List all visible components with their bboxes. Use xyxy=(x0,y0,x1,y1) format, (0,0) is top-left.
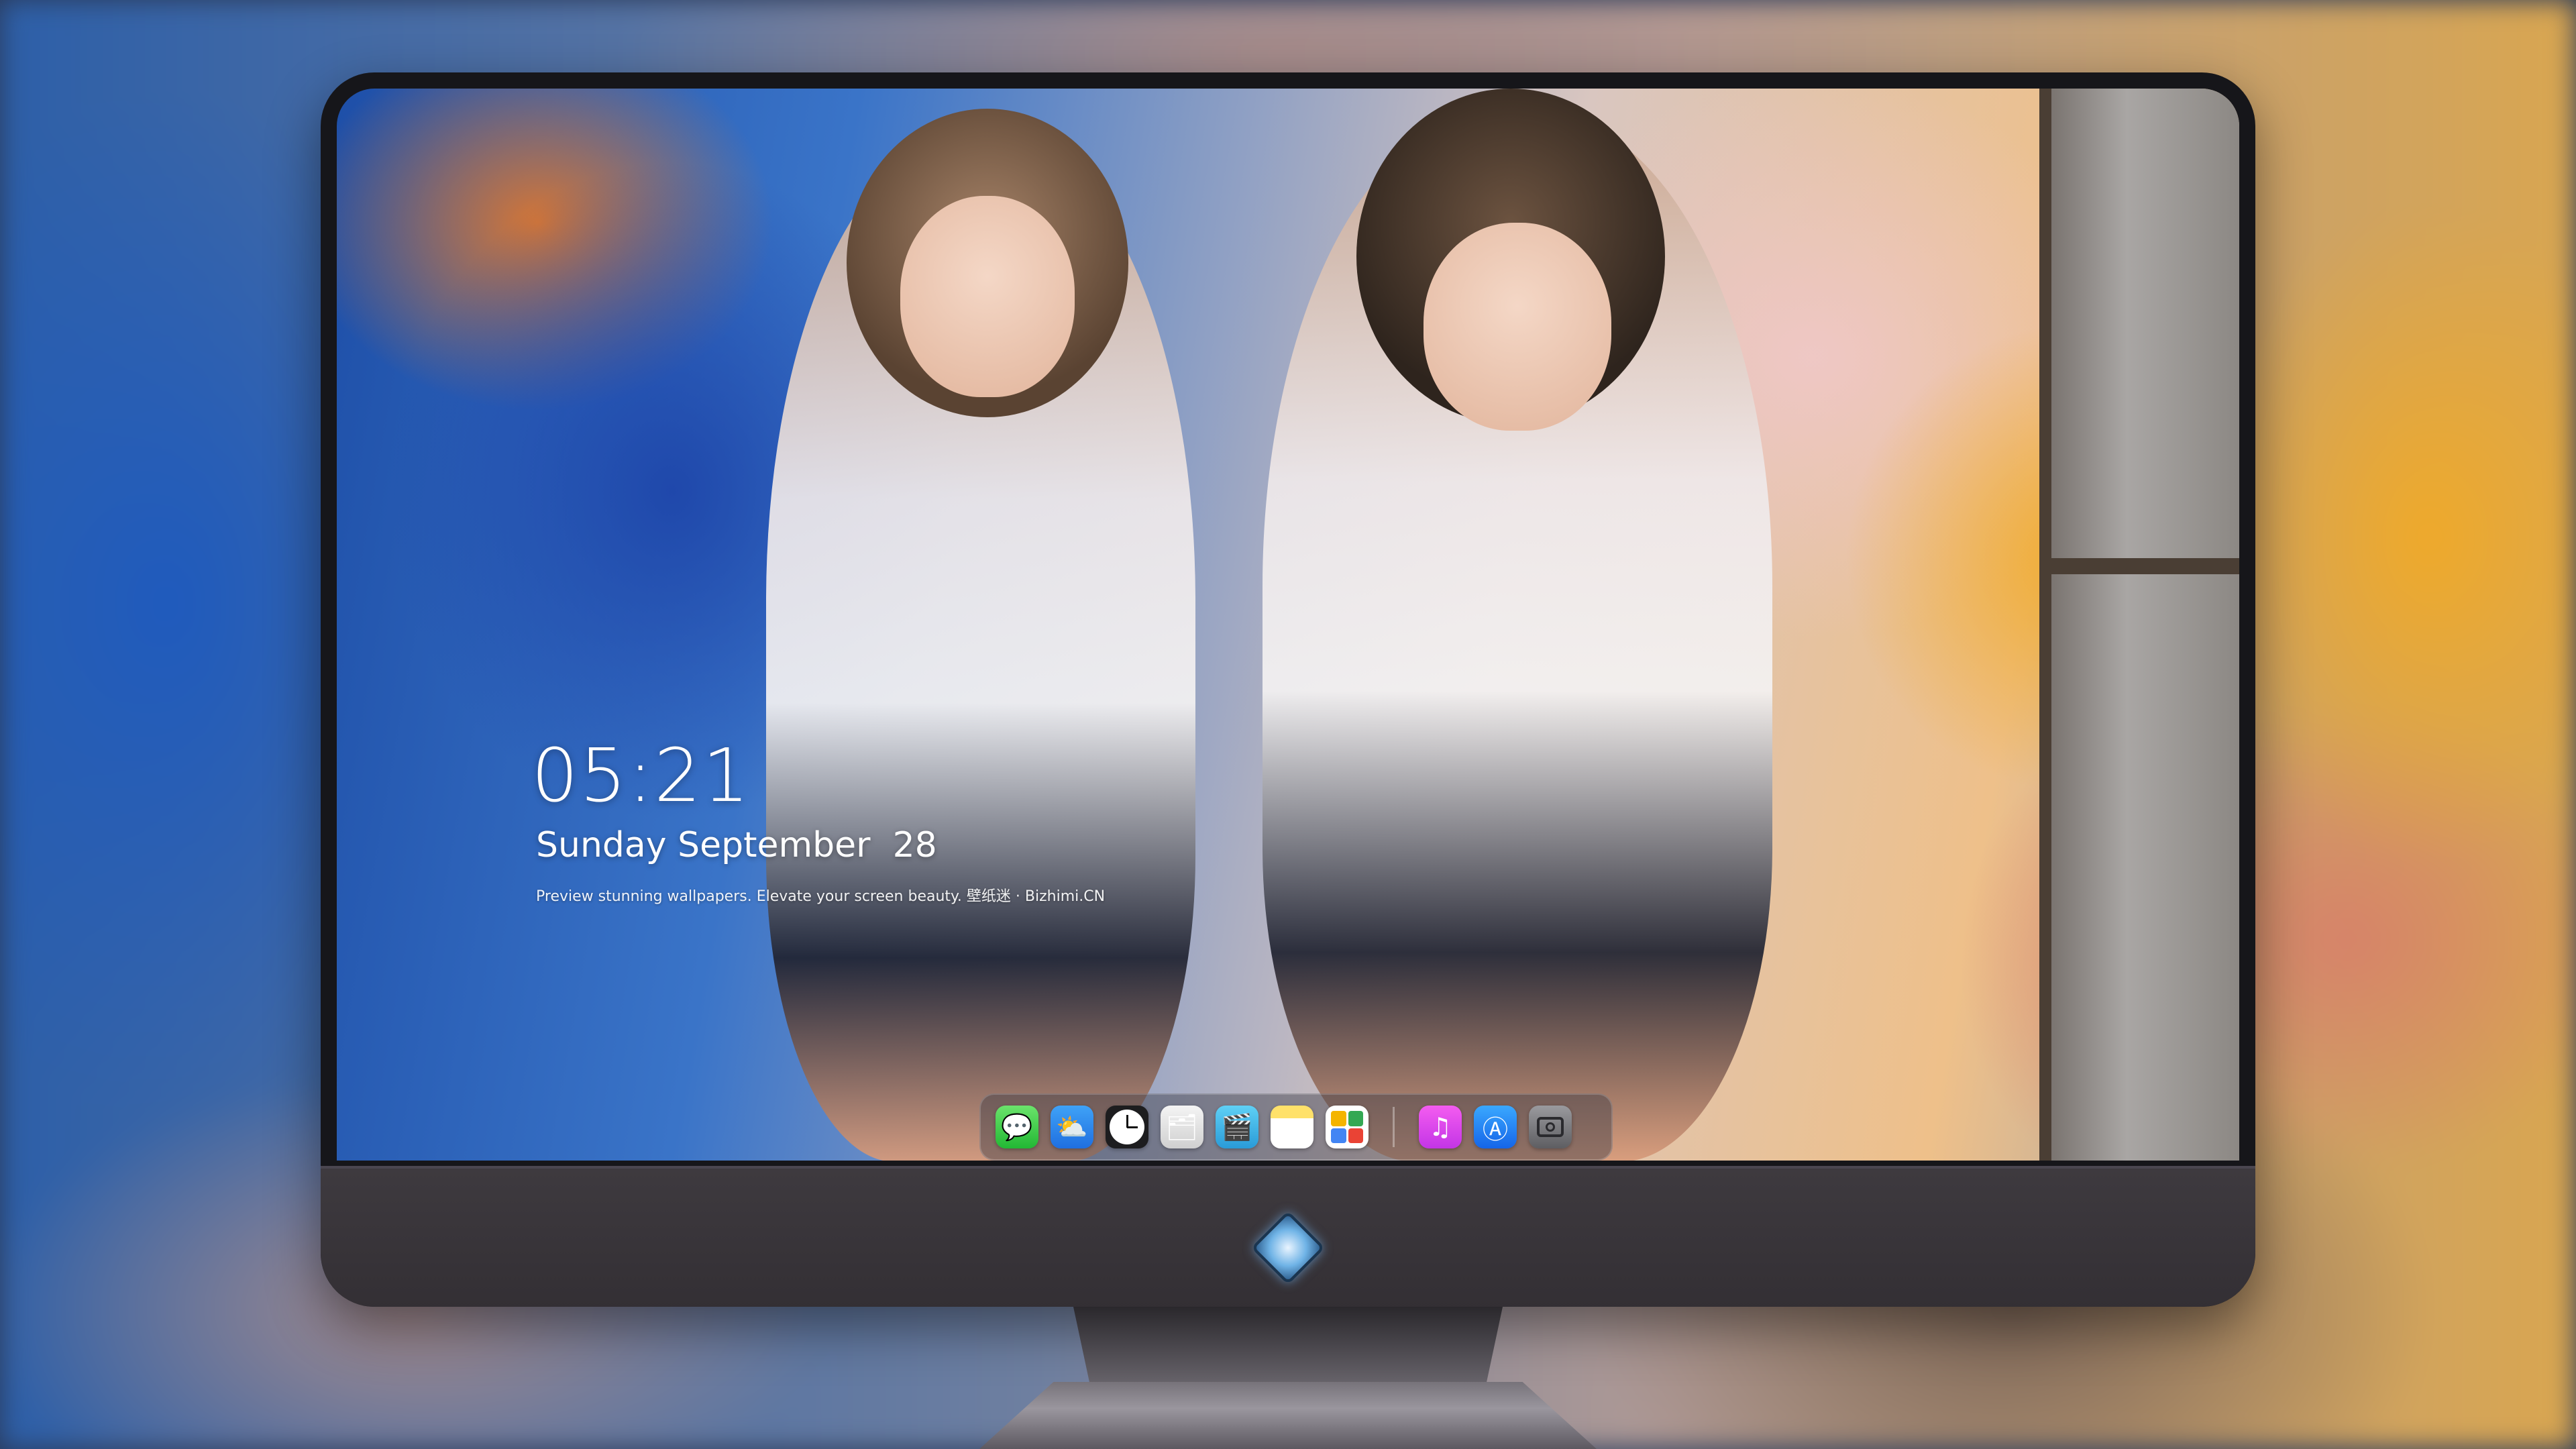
monitor-stand-neck xyxy=(1073,1307,1503,1387)
notes-icon[interactable] xyxy=(1271,1106,1313,1148)
messages-icon[interactable]: 💬 xyxy=(996,1106,1038,1148)
clock-face xyxy=(1110,1110,1144,1144)
lock-screen[interactable]: 05:21 Sunday September 28 Preview stunni… xyxy=(337,89,2239,1161)
lockscreen-date: Sunday September 28 xyxy=(536,825,937,865)
monitor-chin xyxy=(321,1166,2255,1307)
music-note-icon[interactable]: ♫ xyxy=(1419,1106,1462,1148)
app-store-icon[interactable]: Ⓐ xyxy=(1474,1106,1517,1148)
photos-grid xyxy=(1331,1111,1363,1143)
wallpaper-window-bar xyxy=(2051,558,2239,574)
monitor: 05:21 Sunday September 28 Preview stunni… xyxy=(321,72,2255,1307)
wallpaper-face-right xyxy=(1424,223,1611,431)
wallpaper-face-left xyxy=(900,196,1075,397)
cat-diamond-logo xyxy=(1250,1210,1326,1285)
wallpaper-window xyxy=(2039,89,2239,1161)
photos-icon[interactable] xyxy=(1326,1106,1368,1148)
logo-diamond xyxy=(1250,1210,1326,1285)
clapperboard-icon[interactable]: 🎬 xyxy=(1216,1106,1258,1148)
lockscreen-time: 05:21 xyxy=(531,733,751,818)
camera-icon[interactable] xyxy=(1529,1106,1572,1148)
dock: 💬 ⛅ 🗂 🎬 ♫ Ⓐ xyxy=(979,1093,1613,1161)
clock-icon[interactable] xyxy=(1106,1106,1148,1148)
lockscreen-tagline: Preview stunning wallpapers. Elevate you… xyxy=(536,888,1106,905)
camera-body xyxy=(1537,1117,1564,1137)
dock-separator xyxy=(1393,1107,1395,1147)
finder-icon[interactable]: 🗂 xyxy=(1161,1106,1203,1148)
weather-icon[interactable]: ⛅ xyxy=(1051,1106,1093,1148)
monitor-stand-base xyxy=(979,1382,1597,1449)
